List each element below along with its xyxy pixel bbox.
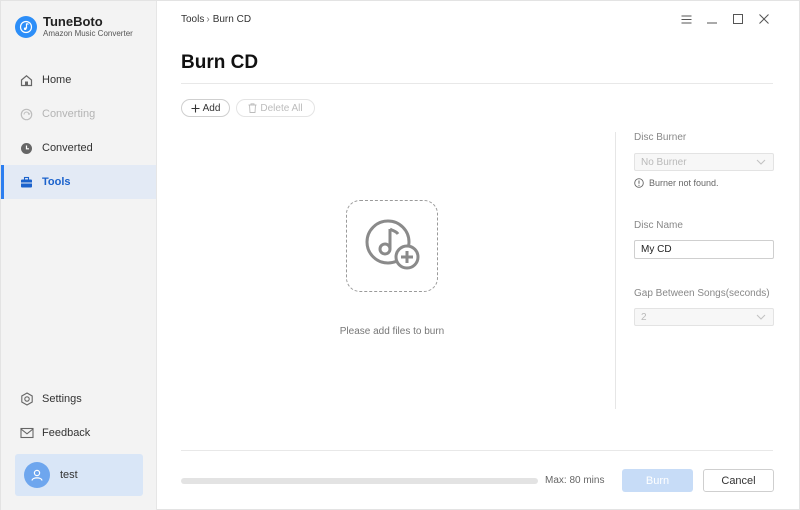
- sidebar-item-converting[interactable]: Converting: [1, 97, 156, 131]
- minimize-icon: [707, 11, 717, 29]
- brand: TuneBoto Amazon Music Converter: [15, 15, 133, 39]
- sidebar-item-feedback[interactable]: Feedback: [1, 416, 156, 450]
- disc-burner-value: No Burner: [641, 156, 687, 168]
- burner-warning-text: Burner not found.: [649, 178, 719, 188]
- sidebar-item-label: Converted: [42, 142, 93, 154]
- app-window: TuneBoto Amazon Music Converter Home Con…: [0, 0, 800, 510]
- add-button-label: Add: [202, 102, 221, 114]
- max-capacity-label: Max: 80 mins: [545, 475, 605, 486]
- sidebar-bottom-nav: Settings Feedback: [1, 382, 156, 450]
- breadcrumb-current: Burn CD: [212, 14, 252, 25]
- cancel-button[interactable]: Cancel: [703, 469, 774, 492]
- breadcrumb-separator: ›: [206, 14, 210, 25]
- minimize-button[interactable]: [699, 11, 725, 29]
- plus-icon: [191, 104, 200, 113]
- close-icon: [759, 11, 769, 29]
- mail-icon: [19, 426, 34, 441]
- sidebar: TuneBoto Amazon Music Converter Home Con…: [1, 1, 157, 510]
- sidebar-item-label: Home: [42, 74, 72, 86]
- maximize-button[interactable]: [725, 11, 751, 29]
- title-divider: [181, 83, 773, 84]
- chevron-down-icon: [756, 313, 766, 324]
- chevron-down-icon: [756, 158, 766, 169]
- burn-button[interactable]: Burn: [622, 469, 693, 492]
- sidebar-nav: Home Converting Converted Tools: [1, 63, 156, 199]
- window-controls: [673, 11, 777, 29]
- clock-icon: [19, 141, 34, 156]
- footer-divider: [181, 450, 773, 451]
- converting-icon: [19, 107, 34, 122]
- disc-burner-label: Disc Burner: [634, 132, 687, 143]
- app-name: TuneBoto: [43, 14, 103, 29]
- user-name: test: [60, 469, 78, 481]
- sidebar-item-label: Tools: [42, 176, 71, 188]
- gap-value: 2: [641, 311, 647, 323]
- delete-all-button[interactable]: Delete All: [236, 99, 315, 117]
- capacity-progress-bar: [181, 478, 538, 484]
- user-card[interactable]: test: [15, 454, 143, 496]
- gap-select[interactable]: 2: [634, 308, 774, 326]
- disc-burner-select[interactable]: No Burner: [634, 153, 774, 171]
- menu-button[interactable]: [673, 11, 699, 29]
- gear-icon: [19, 392, 34, 407]
- delete-all-label: Delete All: [260, 102, 303, 114]
- sidebar-item-label: Settings: [42, 393, 82, 405]
- disc-name-input[interactable]: [634, 240, 774, 259]
- add-button[interactable]: Add: [181, 99, 230, 117]
- toolbox-icon: [19, 175, 34, 190]
- breadcrumb-parent[interactable]: Tools: [181, 14, 204, 25]
- sidebar-item-home[interactable]: Home: [1, 63, 156, 97]
- breadcrumb: Tools › Burn CD: [181, 14, 251, 25]
- info-icon: [634, 178, 644, 188]
- sidebar-item-settings[interactable]: Settings: [1, 382, 156, 416]
- close-button[interactable]: [751, 11, 777, 29]
- sidebar-item-label: Feedback: [42, 427, 91, 439]
- music-disc-add-icon: [362, 216, 422, 277]
- app-logo-icon: [15, 16, 37, 38]
- sidebar-item-label: Converting: [42, 108, 96, 120]
- drop-hint-text: Please add files to burn: [339, 326, 445, 337]
- panel-divider: [615, 132, 616, 409]
- home-icon: [19, 73, 34, 88]
- sidebar-item-converted[interactable]: Converted: [1, 131, 156, 165]
- menu-icon: [681, 11, 692, 29]
- user-icon: [24, 462, 50, 488]
- maximize-icon: [733, 11, 743, 29]
- trash-icon: [248, 103, 257, 113]
- app-subtitle: Amazon Music Converter: [43, 29, 133, 38]
- gap-label: Gap Between Songs(seconds): [634, 288, 770, 299]
- burner-warning: Burner not found.: [634, 178, 719, 188]
- disc-name-label: Disc Name: [634, 220, 683, 231]
- page-title: Burn CD: [181, 52, 259, 73]
- sidebar-item-tools[interactable]: Tools: [1, 165, 156, 199]
- add-files-dropzone[interactable]: [346, 200, 438, 292]
